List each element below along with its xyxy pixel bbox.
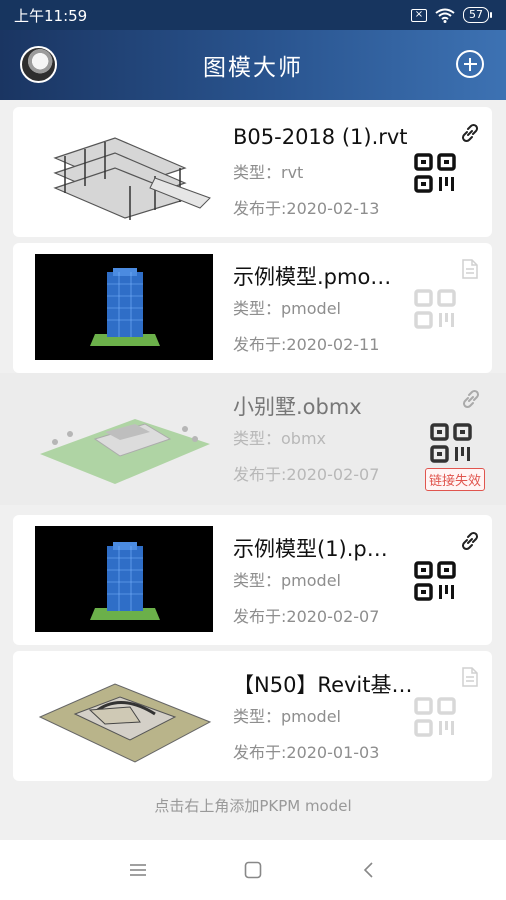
sim-off-icon: × [411,8,427,22]
back-nav-button[interactable] [348,850,388,890]
model-thumbnail [35,662,213,768]
qr-code-icon [414,289,456,329]
file-icon [462,259,478,279]
back-icon [364,862,373,878]
model-card[interactable]: 示例模型.pmo… 类型：pmodel 发布于:2020-02-11 [13,243,492,373]
battery-icon: 57 [463,7,492,23]
system-nav-bar [0,840,506,900]
qr-code-icon[interactable] [414,561,456,601]
qr-code-icon [414,697,456,737]
model-thumbnail [35,526,213,632]
link-icon[interactable] [458,121,482,145]
status-time: 上午11:59 [14,6,88,25]
model-publish-date: 发布于:2020-02-07 [233,607,380,626]
model-type: 类型：pmodel [233,571,341,590]
model-card[interactable]: 【N50】Revit基… 类型：pmodel 发布于:2020-01-03 [13,651,492,781]
menu-nav-button[interactable] [118,850,158,890]
model-name: 示例模型.pmo… [233,265,392,289]
model-publish-date: 发布于:2020-01-03 [233,743,380,762]
qr-code-icon[interactable] [414,153,456,193]
model-publish-date: 发布于:2020-02-13 [233,199,380,218]
model-type: 类型：rvt [233,163,304,182]
add-model-hint: 点击右上角添加PKPM model [154,797,352,815]
avatar[interactable] [20,46,57,83]
model-card[interactable]: 小别墅.obmx 类型：obmx 发布于:2020-02-07 链接失效 [0,373,506,505]
app-header: 图模大师 [0,30,506,100]
status-bar: 上午11:59 × 57 [0,0,506,30]
battery-level: 57 [463,7,489,23]
add-model-button[interactable] [456,50,484,78]
link-invalid-badge: 链接失效 [424,468,485,491]
home-nav-button[interactable] [233,850,273,890]
model-name: 【N50】Revit基… [233,673,413,697]
menu-icon [129,864,146,876]
model-name: 示例模型(1).p… [233,537,388,561]
model-name: 小别墅.obmx [233,395,362,419]
model-thumbnail [35,118,213,224]
model-thumbnail [35,254,213,360]
model-card[interactable]: 示例模型(1).p… 类型：pmodel 发布于:2020-02-07 [13,515,492,645]
link-icon[interactable] [458,529,482,553]
model-thumbnail [35,384,213,490]
model-publish-date: 发布于:2020-02-07 [233,465,380,484]
model-card[interactable]: B05-2018 (1).rvt 类型：rvt 发布于:2020-02-13 [13,107,492,237]
model-type: 类型：pmodel [233,299,341,318]
model-name: B05-2018 (1).rvt [233,125,408,149]
model-type: 类型：obmx [233,429,327,448]
wifi-icon [435,8,455,23]
link-icon[interactable] [459,387,483,411]
qr-code-icon[interactable] [430,423,472,463]
model-type: 类型：pmodel [233,707,341,726]
model-publish-date: 发布于:2020-02-11 [233,335,380,354]
home-square-icon [244,861,262,879]
file-icon [462,667,478,687]
page-title: 图模大师 [203,55,303,81]
